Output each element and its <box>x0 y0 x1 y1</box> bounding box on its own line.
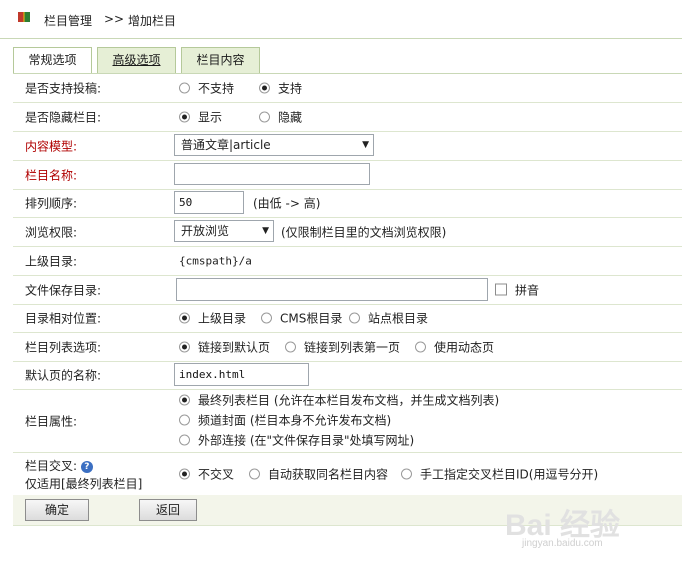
link-list-first-radio[interactable]: 链接到列表第一页 <box>285 338 400 355</box>
external-link-radio[interactable]: 外部连接 (在"文件保存目录"处填写网址) <box>179 432 414 449</box>
submission-label: 是否支持投稿: <box>25 81 102 96</box>
relative-label: 目录相对位置: <box>25 311 102 326</box>
access-hint: (仅限制栏目里的文档浏览权限) <box>281 225 447 239</box>
row-listopt: 栏目列表选项: 链接到默认页 链接到列表第一页 使用动态页 <box>13 332 682 362</box>
model-label: 内容模型: <box>25 139 78 153</box>
parent-label: 上级目录: <box>25 254 78 268</box>
row-access: 浏览权限: 开放浏览 ▼ (仅限制栏目里的文档浏览权限) <box>13 217 682 247</box>
no-cross-radio[interactable]: 不交叉 <box>179 466 234 483</box>
breadcrumb-section[interactable]: 栏目管理 <box>44 12 92 29</box>
cms-root-radio[interactable]: CMS根目录 <box>261 310 342 327</box>
row-cross: 栏目交叉: ? 仅适用[最终列表栏目] 不交叉 自动获取同名栏目内容 手工指定交… <box>13 452 682 497</box>
order-label: 排列顺序: <box>25 196 78 211</box>
defaultpage-input[interactable]: index.html <box>174 363 309 386</box>
auto-cross-radio[interactable]: 自动获取同名栏目内容 <box>249 466 388 483</box>
access-select[interactable]: 开放浏览 ▼ <box>174 220 274 242</box>
final-list-radio[interactable]: 最终列表栏目 (允许在本栏目发布文档，并生成文档列表) <box>179 392 499 409</box>
attr-label: 栏目属性: <box>25 414 78 428</box>
pinyin-checkbox[interactable]: 拼音 <box>495 281 539 298</box>
ok-button[interactable]: 确定 <box>25 499 89 521</box>
tab-general[interactable]: 常规选项 <box>13 47 92 74</box>
site-root-radio[interactable]: 站点根目录 <box>349 310 428 327</box>
hide-radio[interactable]: 隐藏 <box>259 108 302 125</box>
row-savedir: 文件保存目录: 拼音 <box>13 275 682 305</box>
row-submission: 是否支持投稿: 不支持 支持 <box>13 74 682 103</box>
hidden-label: 是否隐藏栏目: <box>25 110 102 124</box>
dynamic-page-radio[interactable]: 使用动态页 <box>415 338 494 355</box>
back-button[interactable]: 返回 <box>139 499 197 521</box>
savedir-label: 文件保存目录: <box>25 283 102 297</box>
breadcrumb-current: 增加栏目 <box>128 14 177 28</box>
row-hidden: 是否隐藏栏目: 显示 隐藏 <box>13 102 682 132</box>
submission-yes-radio[interactable]: 支持 <box>259 80 302 97</box>
help-icon[interactable]: ? <box>80 460 93 473</box>
model-select[interactable]: 普通文章|article ▼ <box>174 134 374 156</box>
parent-path: {cmspath}/a <box>179 254 252 267</box>
show-radio[interactable]: 显示 <box>179 108 222 125</box>
defaultpage-label: 默认页的名称: <box>25 368 102 383</box>
link-default-radio[interactable]: 链接到默认页 <box>179 338 270 355</box>
savedir-input[interactable] <box>176 278 488 301</box>
manual-cross-radio[interactable]: 手工指定交叉栏目ID(用逗号分开) <box>401 466 598 483</box>
row-defaultpage: 默认页的名称: index.html <box>13 361 682 390</box>
order-hint: (由低 -> 高) <box>253 196 321 211</box>
row-parent: 上级目录: {cmspath}/a <box>13 246 682 276</box>
chevron-down-icon: ▼ <box>262 226 269 236</box>
access-label: 浏览权限: <box>25 225 78 239</box>
channel-cover-radio[interactable]: 频道封面 (栏目本身不允许发布文档) <box>179 412 391 429</box>
order-input[interactable]: 50 <box>174 191 244 214</box>
category-form: 是否支持投稿: 不支持 支持 是否隐藏栏目: 显示 隐藏 内容模型: 普通文章|… <box>13 73 682 497</box>
tab-advanced[interactable]: 高级选项 <box>97 47 176 73</box>
cross-note: 仅适用[最终列表栏目] <box>25 477 143 491</box>
row-name: 栏目名称: <box>13 160 682 190</box>
breadcrumb-separator: >> <box>104 12 125 26</box>
name-label: 栏目名称: <box>25 168 78 182</box>
row-model: 内容模型: 普通文章|article ▼ <box>13 131 682 161</box>
watermark-logo: Bai 经验 jingyan.baidu.com <box>505 509 621 549</box>
row-order: 排列顺序: 50 (由低 -> 高) <box>13 189 682 218</box>
chevron-down-icon: ▼ <box>362 140 369 150</box>
tab-content[interactable]: 栏目内容 <box>181 47 260 73</box>
parent-dir-radio[interactable]: 上级目录 <box>179 310 246 327</box>
row-relative: 目录相对位置: 上级目录 CMS根目录 站点根目录 <box>13 304 682 333</box>
name-input[interactable] <box>174 163 370 185</box>
book-icon <box>18 12 30 22</box>
listopt-label: 栏目列表选项: <box>25 340 102 354</box>
page-header: 栏目管理 >> 增加栏目 <box>0 0 682 39</box>
cross-label: 栏目交叉: ? <box>25 457 93 474</box>
row-attr: 栏目属性: 最终列表栏目 (允许在本栏目发布文档，并生成文档列表) 频道封面 (… <box>13 389 682 453</box>
submission-no-radio[interactable]: 不支持 <box>179 80 234 97</box>
